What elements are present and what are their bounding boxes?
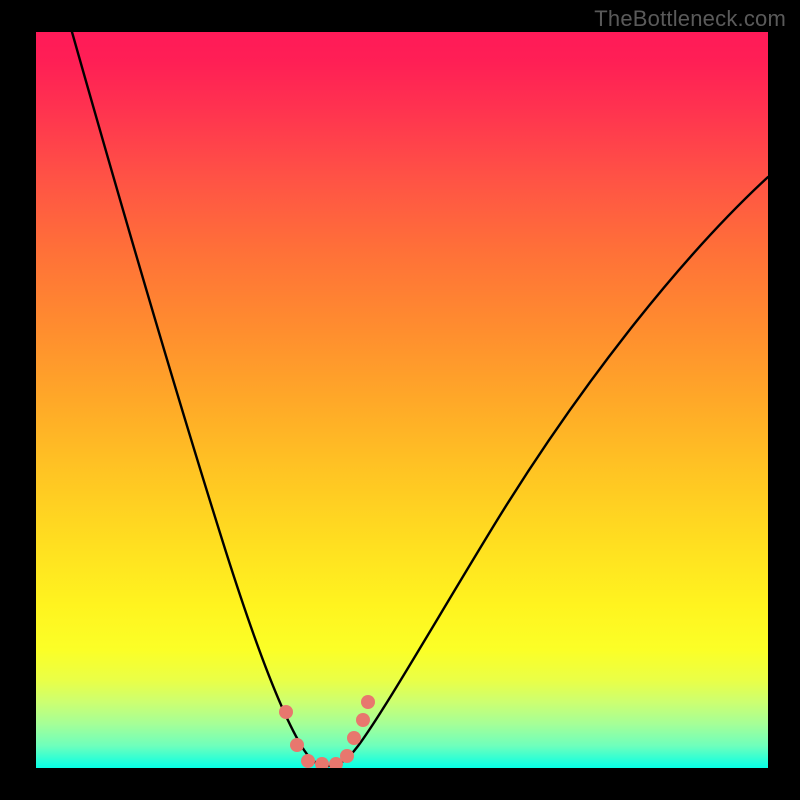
chart-container: TheBottleneck.com [0, 0, 800, 800]
marker-dot [315, 757, 329, 768]
marker-dot [347, 731, 361, 745]
marker-dot [361, 695, 375, 709]
marker-dot [290, 738, 304, 752]
marker-dot [340, 749, 354, 763]
bottleneck-curve-path [72, 32, 768, 766]
curve-layer [36, 32, 768, 768]
marker-dot [279, 705, 293, 719]
marker-dot [301, 754, 315, 768]
plot-area [36, 32, 768, 768]
watermark-text: TheBottleneck.com [594, 6, 786, 32]
marker-dot [356, 713, 370, 727]
